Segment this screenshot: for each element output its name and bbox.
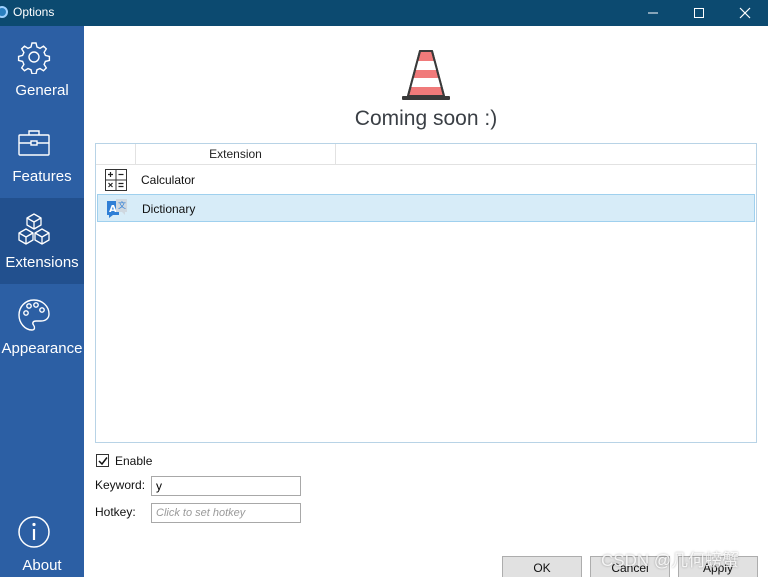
ok-button[interactable]: OK — [502, 556, 582, 577]
enable-checkbox[interactable] — [96, 454, 109, 467]
sidebar: General Features Extensions Appearance A… — [0, 26, 84, 577]
extension-row-calculator[interactable]: Calculator — [97, 166, 755, 194]
minimize-button[interactable] — [630, 0, 676, 26]
dictionary-icon: A 文 — [107, 199, 127, 218]
palette-icon — [18, 299, 50, 331]
icon-column-header[interactable] — [96, 144, 136, 164]
minimize-icon — [648, 12, 658, 14]
cubes-icon — [18, 213, 50, 245]
hotkey-label: Hotkey: — [95, 505, 136, 519]
hotkey-input[interactable]: Click to set hotkey — [151, 503, 301, 523]
maximize-icon — [694, 8, 704, 18]
close-icon — [739, 7, 751, 19]
extension-row-dictionary[interactable]: A 文 Dictionary — [97, 194, 755, 222]
enable-label: Enable — [115, 454, 153, 468]
calculator-icon — [105, 169, 127, 191]
sidebar-item-extensions[interactable]: Extensions — [0, 198, 84, 284]
sidebar-item-label: About — [22, 557, 62, 574]
window-title: Options — [13, 5, 55, 19]
sidebar-item-label: Appearance — [1, 340, 83, 357]
extension-name: Calculator — [141, 173, 196, 187]
svg-text:文: 文 — [118, 200, 126, 210]
sidebar-item-about[interactable]: About — [0, 501, 84, 577]
watermark: CSDN @几何螃蟹 — [601, 551, 740, 570]
extension-list-header: Extension — [96, 144, 756, 165]
extension-name: Dictionary — [142, 202, 196, 216]
sidebar-item-features[interactable]: Features — [0, 112, 84, 198]
sidebar-item-label: Features — [12, 168, 72, 185]
svg-text:A: A — [109, 204, 117, 215]
extension-list: Extension Calculator A 文 Dictionary — [95, 143, 757, 443]
app-icon — [0, 6, 8, 18]
checkmark-icon — [98, 457, 108, 466]
sidebar-item-label: Extensions — [5, 254, 79, 271]
keyword-label: Keyword: — [95, 478, 146, 492]
coming-soon-heading: Coming soon :) — [354, 107, 498, 130]
info-icon — [18, 516, 50, 548]
keyword-input[interactable]: y — [151, 476, 301, 496]
title-bar: Options — [0, 0, 768, 26]
maximize-button[interactable] — [676, 0, 722, 26]
close-button[interactable] — [722, 0, 768, 26]
sidebar-item-general[interactable]: General — [0, 26, 84, 112]
extension-column-header[interactable]: Extension — [136, 144, 336, 164]
sidebar-item-label: General — [15, 82, 69, 99]
gear-icon — [17, 42, 51, 74]
traffic-cone-icon — [402, 50, 450, 100]
briefcase-icon — [18, 130, 50, 156]
sidebar-item-appearance[interactable]: Appearance — [0, 284, 84, 370]
